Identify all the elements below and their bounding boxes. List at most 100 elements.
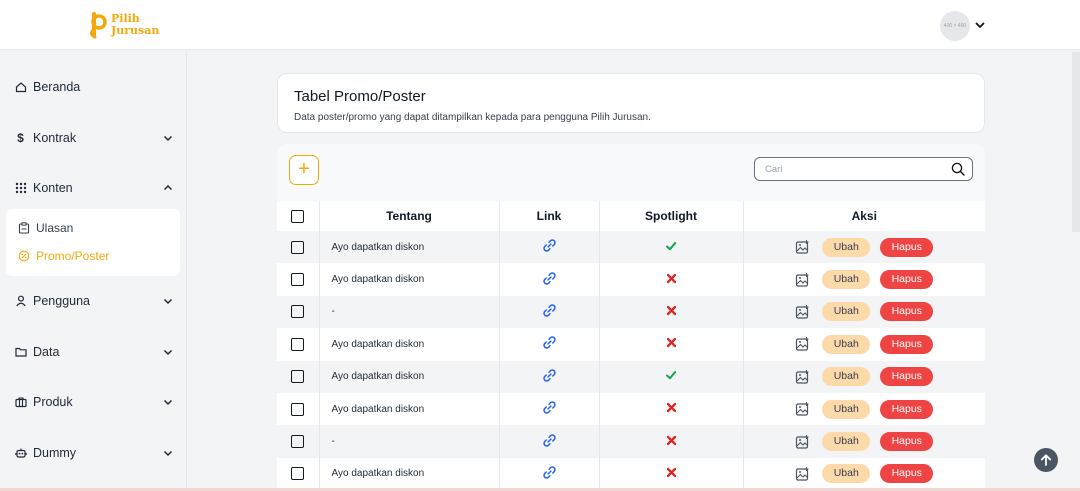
table-row: Ayo dapatkan diskon Ubah Hapus [277,231,985,264]
spotlight-cell [599,295,744,329]
image-preview-icon[interactable] [795,369,811,385]
edit-button[interactable]: Ubah [822,432,871,452]
edit-button[interactable]: Ubah [822,237,871,257]
cross-icon [666,337,677,348]
sidebar-item-label: Pengguna [33,294,91,308]
link-icon[interactable] [542,238,557,253]
edit-button[interactable]: Ubah [822,270,871,290]
chevron-down-icon[interactable] [974,18,986,30]
select-cell [277,295,320,329]
submenu-item-promo-poster[interactable]: Promo/Poster [18,249,109,263]
link-icon[interactable] [542,433,557,448]
table-header-row: Tentang Link Spotlight Aksi [277,201,985,231]
select-cell [277,360,320,393]
edit-button[interactable]: Ubah [822,302,871,322]
sidebar-item-pengguna[interactable]: Pengguna [14,290,174,312]
header-spotlight[interactable]: Spotlight [599,201,744,231]
delete-button[interactable]: Hapus [880,270,934,290]
image-preview-icon[interactable] [795,272,811,288]
submenu-item-label: Ulasan [36,221,74,235]
avatar[interactable]: 400 × 400 [940,11,970,41]
search-input[interactable] [765,162,945,177]
header-link[interactable]: Link [499,201,600,231]
delete-button[interactable]: Hapus [880,464,934,484]
row-checkbox[interactable] [291,467,305,481]
image-preview-icon[interactable] [795,466,811,482]
cross-icon [666,402,677,413]
edit-button[interactable]: Ubah [822,367,871,387]
chevron-down-icon [162,132,174,144]
header-select-cell [277,201,320,231]
row-checkbox[interactable] [291,305,305,319]
actions-cell: Ubah Hapus [743,392,985,426]
edit-button[interactable]: Ubah [822,399,871,419]
edit-button[interactable]: Ubah [822,464,871,484]
link-cell [499,457,600,491]
link-icon[interactable] [542,368,557,383]
chevron-down-icon [162,396,174,408]
submenu-item-ulasan[interactable]: Ulasan [18,221,73,235]
row-checkbox[interactable] [291,402,305,416]
tentang-cell: - [319,425,500,458]
delete-button[interactable]: Hapus [880,367,934,387]
page-scrollbar[interactable] [1072,52,1080,232]
row-checkbox[interactable] [291,370,305,384]
edit-button[interactable]: Ubah [822,334,871,354]
sidebar-item-dummy[interactable]: Dummy [14,442,174,464]
delete-button[interactable]: Hapus [880,334,934,354]
search-icon[interactable] [951,162,965,176]
chevron-down-icon [162,295,174,307]
spotlight-cell [599,263,744,296]
link-icon[interactable] [542,335,557,350]
delete-button[interactable]: Hapus [880,302,934,322]
table-row: Ayo dapatkan diskon Ubah Hapus [277,360,985,393]
image-preview-icon[interactable] [795,304,811,320]
logo-text: Pilih Jurusan [111,12,160,37]
spotlight-cell [599,360,744,393]
badge-icon [18,250,30,262]
select-all-checkbox[interactable] [291,210,305,224]
image-preview-icon[interactable] [795,434,811,450]
link-icon[interactable] [542,271,557,286]
image-preview-icon[interactable] [795,401,811,417]
row-checkbox[interactable] [291,435,305,449]
row-checkbox[interactable] [291,240,305,254]
spotlight-cell [599,457,744,491]
add-promo-button[interactable]: + [289,155,319,185]
sidebar-item-produk[interactable]: Produk [14,391,174,413]
delete-button[interactable]: Hapus [880,399,934,419]
link-icon[interactable] [542,465,557,480]
sidebar-item-kontrak[interactable]: $ Kontrak [14,127,174,149]
delete-button[interactable]: Hapus [880,432,934,452]
robot-icon [14,447,27,460]
sidebar-item-beranda[interactable]: Beranda [14,76,174,98]
top-bar: Pilih Jurusan 400 × 400 [0,0,1080,50]
tentang-cell: Ayo dapatkan diskon [319,263,500,296]
sidebar-item-konten[interactable]: Konten [14,177,174,199]
check-icon [665,240,677,252]
scroll-to-top-button[interactable] [1034,448,1058,472]
select-cell [277,263,320,296]
spotlight-cell [599,425,744,458]
image-preview-icon[interactable] [795,239,811,255]
table-row: Ayo dapatkan diskon Ubah Hapus [277,328,985,361]
dollar-icon: $ [17,131,24,145]
tentang-cell: Ayo dapatkan diskon [319,457,500,491]
link-icon[interactable] [542,303,557,318]
page-header-card: Tabel Promo/Poster Data poster/promo yan… [277,73,985,133]
image-preview-icon[interactable] [795,336,811,352]
sidebar-item-label: Kontrak [33,131,77,145]
app-logo[interactable]: Pilih Jurusan [89,10,159,40]
cross-icon [666,273,677,284]
actions-cell: Ubah Hapus [743,231,985,264]
sidebar-item-data[interactable]: Data [14,341,174,363]
page-subtitle: Data poster/promo yang dapat ditampilkan… [294,112,651,123]
row-checkbox[interactable] [291,337,305,351]
link-cell [499,425,600,458]
row-checkbox[interactable] [291,273,305,287]
sidebar: Beranda $ Kontrak Konten Ulasan Promo/Po… [0,51,187,491]
header-tentang[interactable]: Tentang [319,201,500,231]
sidebar-item-label: Dummy [33,446,77,460]
delete-button[interactable]: Hapus [880,237,934,257]
link-icon[interactable] [542,400,557,415]
